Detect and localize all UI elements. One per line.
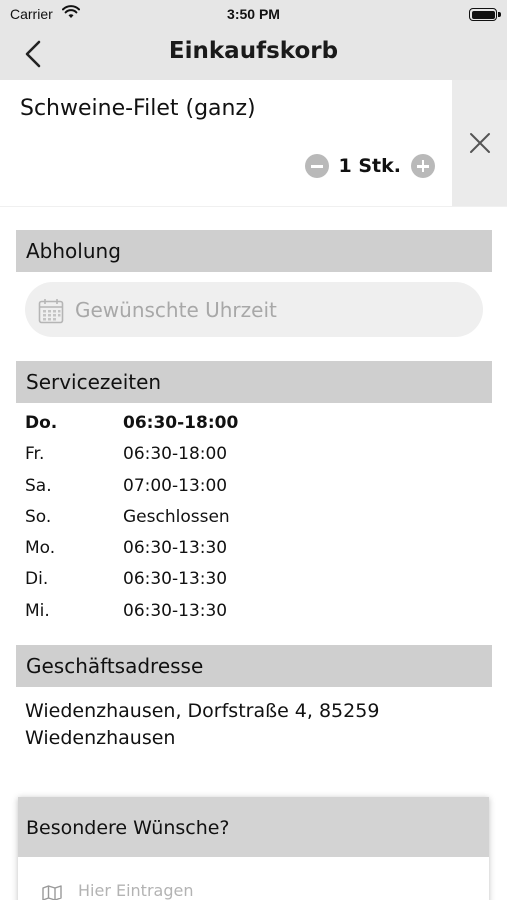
- close-icon: [470, 133, 490, 153]
- service-hours-section-header: Servicezeiten: [16, 361, 492, 403]
- hours-row: Do. 06:30-18:00: [25, 413, 465, 444]
- pickup-section-header: Abholung: [16, 230, 492, 272]
- cart-item: Schweine-Filet (ganz) 1 Stk.: [0, 80, 507, 206]
- increase-quantity-button[interactable]: [411, 154, 435, 178]
- hours-day: Sa.: [25, 475, 52, 496]
- hours-row: Fr. 06:30-18:00: [25, 444, 465, 475]
- decrease-quantity-button[interactable]: [304, 154, 329, 178]
- map-icon: [42, 885, 62, 900]
- business-address: Wiedenzhausen, Dorfstraße 4, 85259 Wiede…: [25, 700, 380, 749]
- status-time: 3:50 PM: [227, 6, 280, 22]
- page-title: Einkaufskorb: [168, 38, 339, 64]
- hours-day: Mi.: [25, 600, 50, 621]
- hours-day: Mo.: [25, 538, 56, 559]
- status-bar: Carrier 3:50 PM: [0, 0, 507, 28]
- hours-time: 06:30-13:30: [123, 600, 228, 621]
- pickup-time-input[interactable]: Gewünschte Uhrzeit: [25, 282, 483, 337]
- hours-time: 06:30-18:00: [123, 413, 239, 433]
- hours-row: Mi. 06:30-13:30: [25, 601, 465, 632]
- battery-icon: [469, 8, 501, 21]
- navigation-bar: Einkaufskorb: [0, 28, 507, 80]
- pickup-time-placeholder: Gewünschte Uhrzeit: [75, 298, 277, 322]
- hours-row: Sa. 07:00-13:00: [25, 476, 465, 507]
- hours-time: 06:30-13:30: [123, 569, 228, 590]
- hours-row: Di. 06:30-13:30: [25, 569, 465, 600]
- hours-day: Fr.: [25, 444, 45, 465]
- product-name: Schweine-Filet (ganz): [20, 96, 256, 121]
- hours-time: Geschlossen: [123, 506, 230, 527]
- special-requests-input[interactable]: Hier Eintragen: [18, 857, 489, 900]
- hours-day: Do.: [25, 413, 58, 433]
- hours-time: 06:30-18:00: [123, 444, 228, 465]
- special-requests-placeholder: Hier Eintragen: [78, 881, 194, 900]
- quantity-stepper: 1 Stk.: [304, 152, 435, 180]
- remove-item-button[interactable]: [452, 80, 507, 206]
- service-hours-list: Do. 06:30-18:00 Fr. 06:30-18:00 Sa. 07:0…: [25, 413, 465, 632]
- quantity-value: 1 Stk.: [338, 155, 401, 177]
- hours-time: 06:30-13:30: [123, 538, 228, 559]
- divider: [0, 206, 507, 207]
- address-section-header: Geschäftsadresse: [16, 645, 492, 687]
- hours-time: 07:00-13:00: [123, 475, 228, 496]
- hours-row: So. Geschlossen: [25, 507, 465, 538]
- hours-row: Mo. 06:30-13:30: [25, 538, 465, 569]
- hours-day: Di.: [25, 569, 49, 590]
- special-requests-header: Besondere Wünsche?: [18, 797, 489, 857]
- calendar-icon: [38, 299, 64, 324]
- hours-day: So.: [25, 506, 52, 527]
- special-requests-card: Besondere Wünsche? Hier Eintragen: [18, 797, 489, 900]
